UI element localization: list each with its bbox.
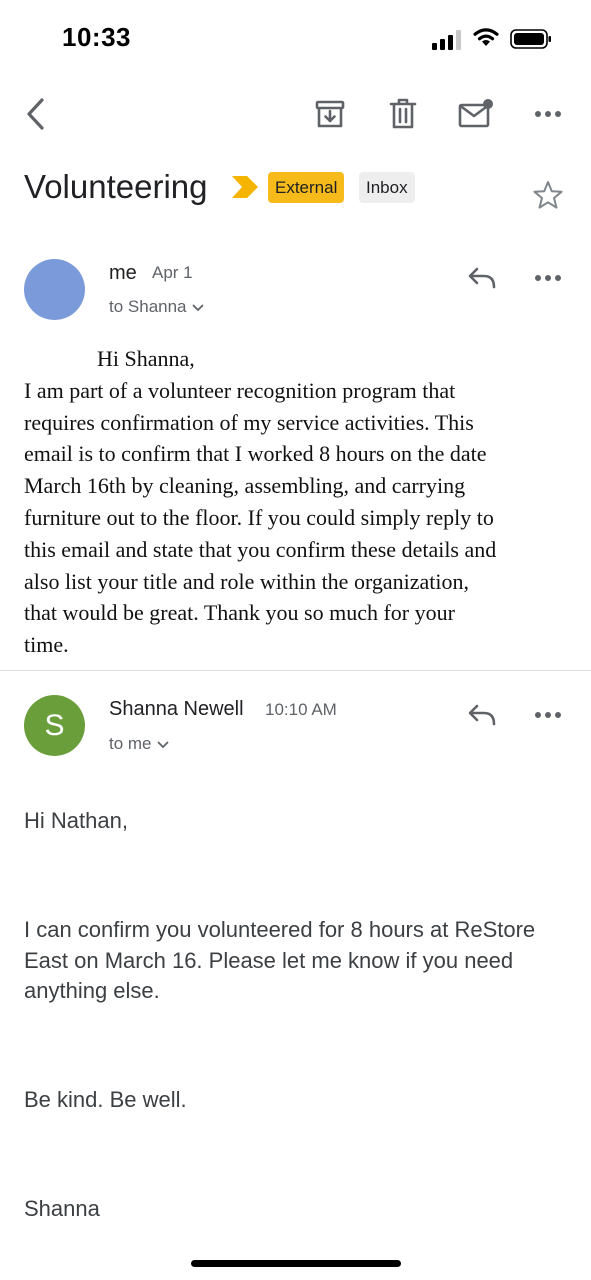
more-horizontal-icon <box>535 712 561 718</box>
mail-unread-icon <box>458 99 493 128</box>
body-line: this email and state that you confirm th… <box>24 536 497 562</box>
status-time: 10:33 <box>62 22 131 52</box>
mark-unread-button[interactable] <box>456 92 496 136</box>
label-inbox[interactable]: Inbox <box>359 172 415 203</box>
body-line: I am part of a volunteer recognition pro… <box>24 377 456 403</box>
message-date: 10:10 AM <box>265 700 337 719</box>
recipient-details[interactable]: to me <box>109 734 169 754</box>
subject-title: Volunteering <box>24 168 208 205</box>
recipient-text: to me <box>109 734 152 753</box>
message-body: Hi Shanna, I am part of a volunteer reco… <box>24 343 569 661</box>
importance-marker-icon <box>232 176 258 198</box>
message-more-button[interactable] <box>528 695 568 735</box>
archive-button[interactable] <box>310 92 350 136</box>
body-paragraph: I can confirm you volunteered for 8 hour… <box>24 917 536 1003</box>
avatar-letter: S <box>44 708 65 742</box>
recipient-details[interactable]: to Shanna <box>109 297 204 317</box>
toolbar <box>0 86 591 142</box>
reply-icon <box>468 704 496 726</box>
body-signature: Shanna <box>24 1196 100 1221</box>
message-divider <box>0 670 591 671</box>
reply-button[interactable] <box>462 258 502 298</box>
body-greeting: Hi Shanna, <box>97 346 195 371</box>
body-closing: Be kind. Be well. <box>24 1087 187 1112</box>
body-line: furniture out to the floor. If you could… <box>24 504 494 530</box>
message-more-button[interactable] <box>528 258 568 298</box>
body-line: that would be great. Thank you so much f… <box>24 600 455 626</box>
archive-icon <box>315 100 345 128</box>
body-line: requires confirmation of my service acti… <box>24 409 474 435</box>
message-date: Apr 1 <box>152 263 193 282</box>
label-external[interactable]: External <box>268 172 345 203</box>
home-indicator <box>191 1260 401 1267</box>
more-options-button[interactable] <box>528 92 568 136</box>
cellular-signal-icon <box>432 30 461 50</box>
reply-button[interactable] <box>462 695 502 735</box>
chevron-left-icon <box>27 98 44 130</box>
chevron-down-icon <box>192 304 203 311</box>
battery-icon <box>510 29 551 49</box>
more-horizontal-icon <box>535 111 561 117</box>
message-header[interactable]: S Shanna Newell 10:10 AM to me <box>0 685 591 765</box>
star-icon[interactable] <box>532 180 564 210</box>
avatar[interactable]: S <box>24 695 85 756</box>
message-header[interactable]: me Apr 1 to Shanna <box>0 248 591 328</box>
body-greeting: Hi Nathan, <box>24 808 128 833</box>
avatar[interactable] <box>24 259 85 320</box>
reply-icon <box>468 267 496 289</box>
status-bar: 10:33 <box>0 0 591 70</box>
more-horizontal-icon <box>535 275 561 281</box>
delete-button[interactable] <box>383 92 423 136</box>
body-line: also list your title and role within the… <box>24 568 470 594</box>
recipient-text: to Shanna <box>109 297 187 316</box>
sender-name: me <box>109 262 137 284</box>
body-line: email is to confirm that I worked 8 hour… <box>24 441 487 467</box>
chevron-down-icon <box>157 741 168 748</box>
wifi-icon <box>473 28 499 46</box>
back-button[interactable] <box>16 92 56 136</box>
sender-name: Shanna Newell <box>109 698 244 720</box>
trash-icon <box>389 98 417 129</box>
body-line: time. <box>24 632 69 658</box>
body-line: March 16th by cleaning, assembling, and … <box>24 473 466 499</box>
